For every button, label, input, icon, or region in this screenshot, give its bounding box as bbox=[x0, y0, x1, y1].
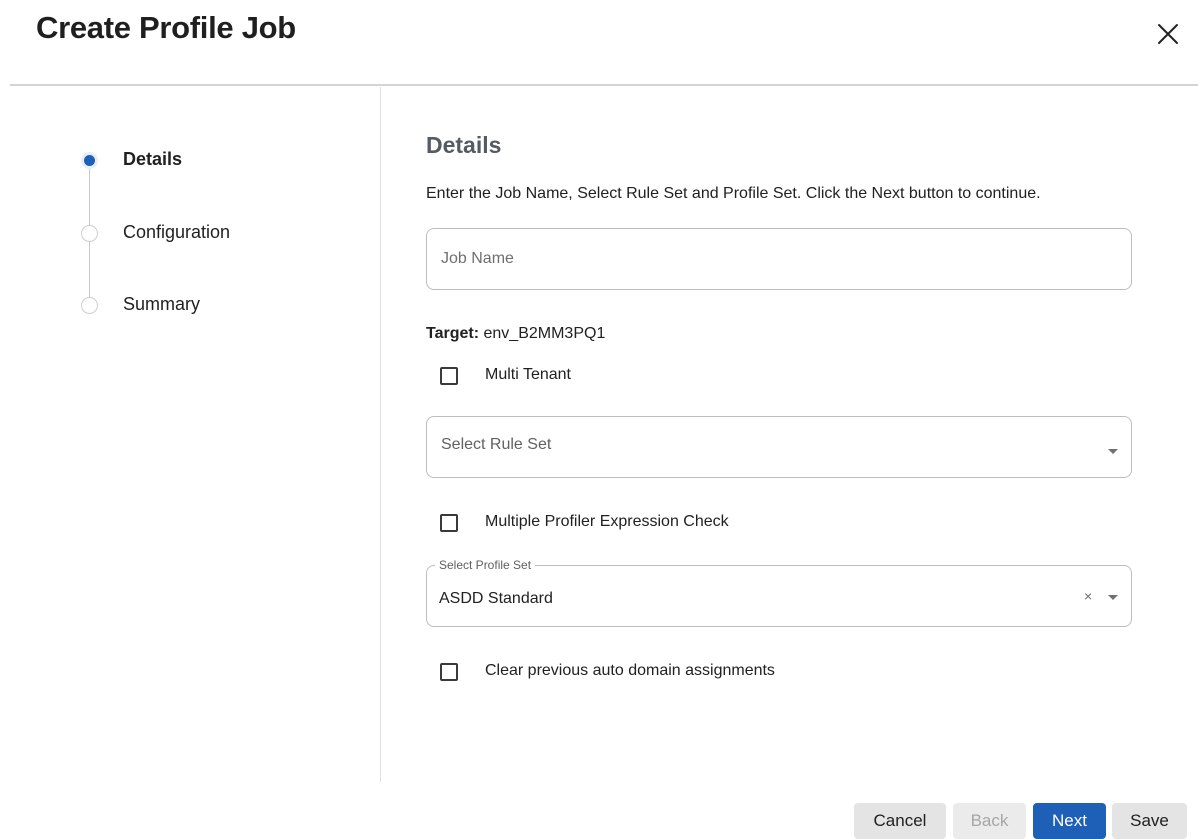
step-configuration[interactable]: Configuration bbox=[123, 222, 230, 243]
step-inactive-dot-icon bbox=[81, 225, 98, 242]
step-active-dot-icon bbox=[81, 152, 98, 169]
rule-set-placeholder: Select Rule Set bbox=[441, 436, 552, 453]
chevron-down-icon[interactable] bbox=[1108, 595, 1118, 600]
save-button[interactable]: Save bbox=[1112, 803, 1187, 839]
section-title: Details bbox=[426, 132, 502, 158]
clear-assignments-checkbox[interactable] bbox=[440, 663, 458, 681]
profile-set-value: ASDD Standard bbox=[439, 590, 553, 607]
multi-tenant-label: Multi Tenant bbox=[485, 366, 571, 383]
sidebar-divider bbox=[380, 87, 381, 782]
job-name-input[interactable] bbox=[441, 229, 1111, 289]
stepper-connector bbox=[89, 169, 90, 226]
multi-tenant-checkbox[interactable] bbox=[440, 367, 458, 385]
step-details[interactable]: Details bbox=[123, 149, 182, 170]
target-label: Target: bbox=[426, 325, 480, 342]
multiple-profiler-checkbox[interactable] bbox=[440, 514, 458, 532]
header-divider bbox=[10, 84, 1198, 86]
rule-set-select[interactable]: Select Rule Set bbox=[426, 416, 1132, 478]
close-button[interactable] bbox=[1150, 16, 1186, 52]
target-value: env_B2MM3PQ1 bbox=[483, 325, 606, 342]
job-name-field[interactable] bbox=[426, 228, 1132, 290]
clear-icon[interactable]: × bbox=[1084, 588, 1092, 604]
target-line: Target: env_B2MM3PQ1 bbox=[426, 325, 605, 343]
chevron-down-icon[interactable] bbox=[1108, 449, 1118, 454]
clear-assignments-label: Clear previous auto domain assignments bbox=[485, 662, 775, 679]
back-button[interactable]: Back bbox=[953, 803, 1026, 839]
step-summary[interactable]: Summary bbox=[123, 294, 200, 315]
close-icon bbox=[1158, 24, 1178, 44]
stepper-connector bbox=[89, 242, 90, 297]
profile-set-label: Select Profile Set bbox=[435, 558, 536, 572]
step-inactive-dot-icon bbox=[81, 297, 98, 314]
multiple-profiler-label: Multiple Profiler Expression Check bbox=[485, 513, 729, 530]
cancel-button[interactable]: Cancel bbox=[854, 803, 946, 839]
instructions-text: Enter the Job Name, Select Rule Set and … bbox=[426, 185, 1041, 202]
dialog-title: Create Profile Job bbox=[36, 10, 296, 45]
next-button[interactable]: Next bbox=[1033, 803, 1106, 839]
profile-set-select[interactable]: Select Profile Set ASDD Standard × bbox=[426, 558, 1132, 627]
